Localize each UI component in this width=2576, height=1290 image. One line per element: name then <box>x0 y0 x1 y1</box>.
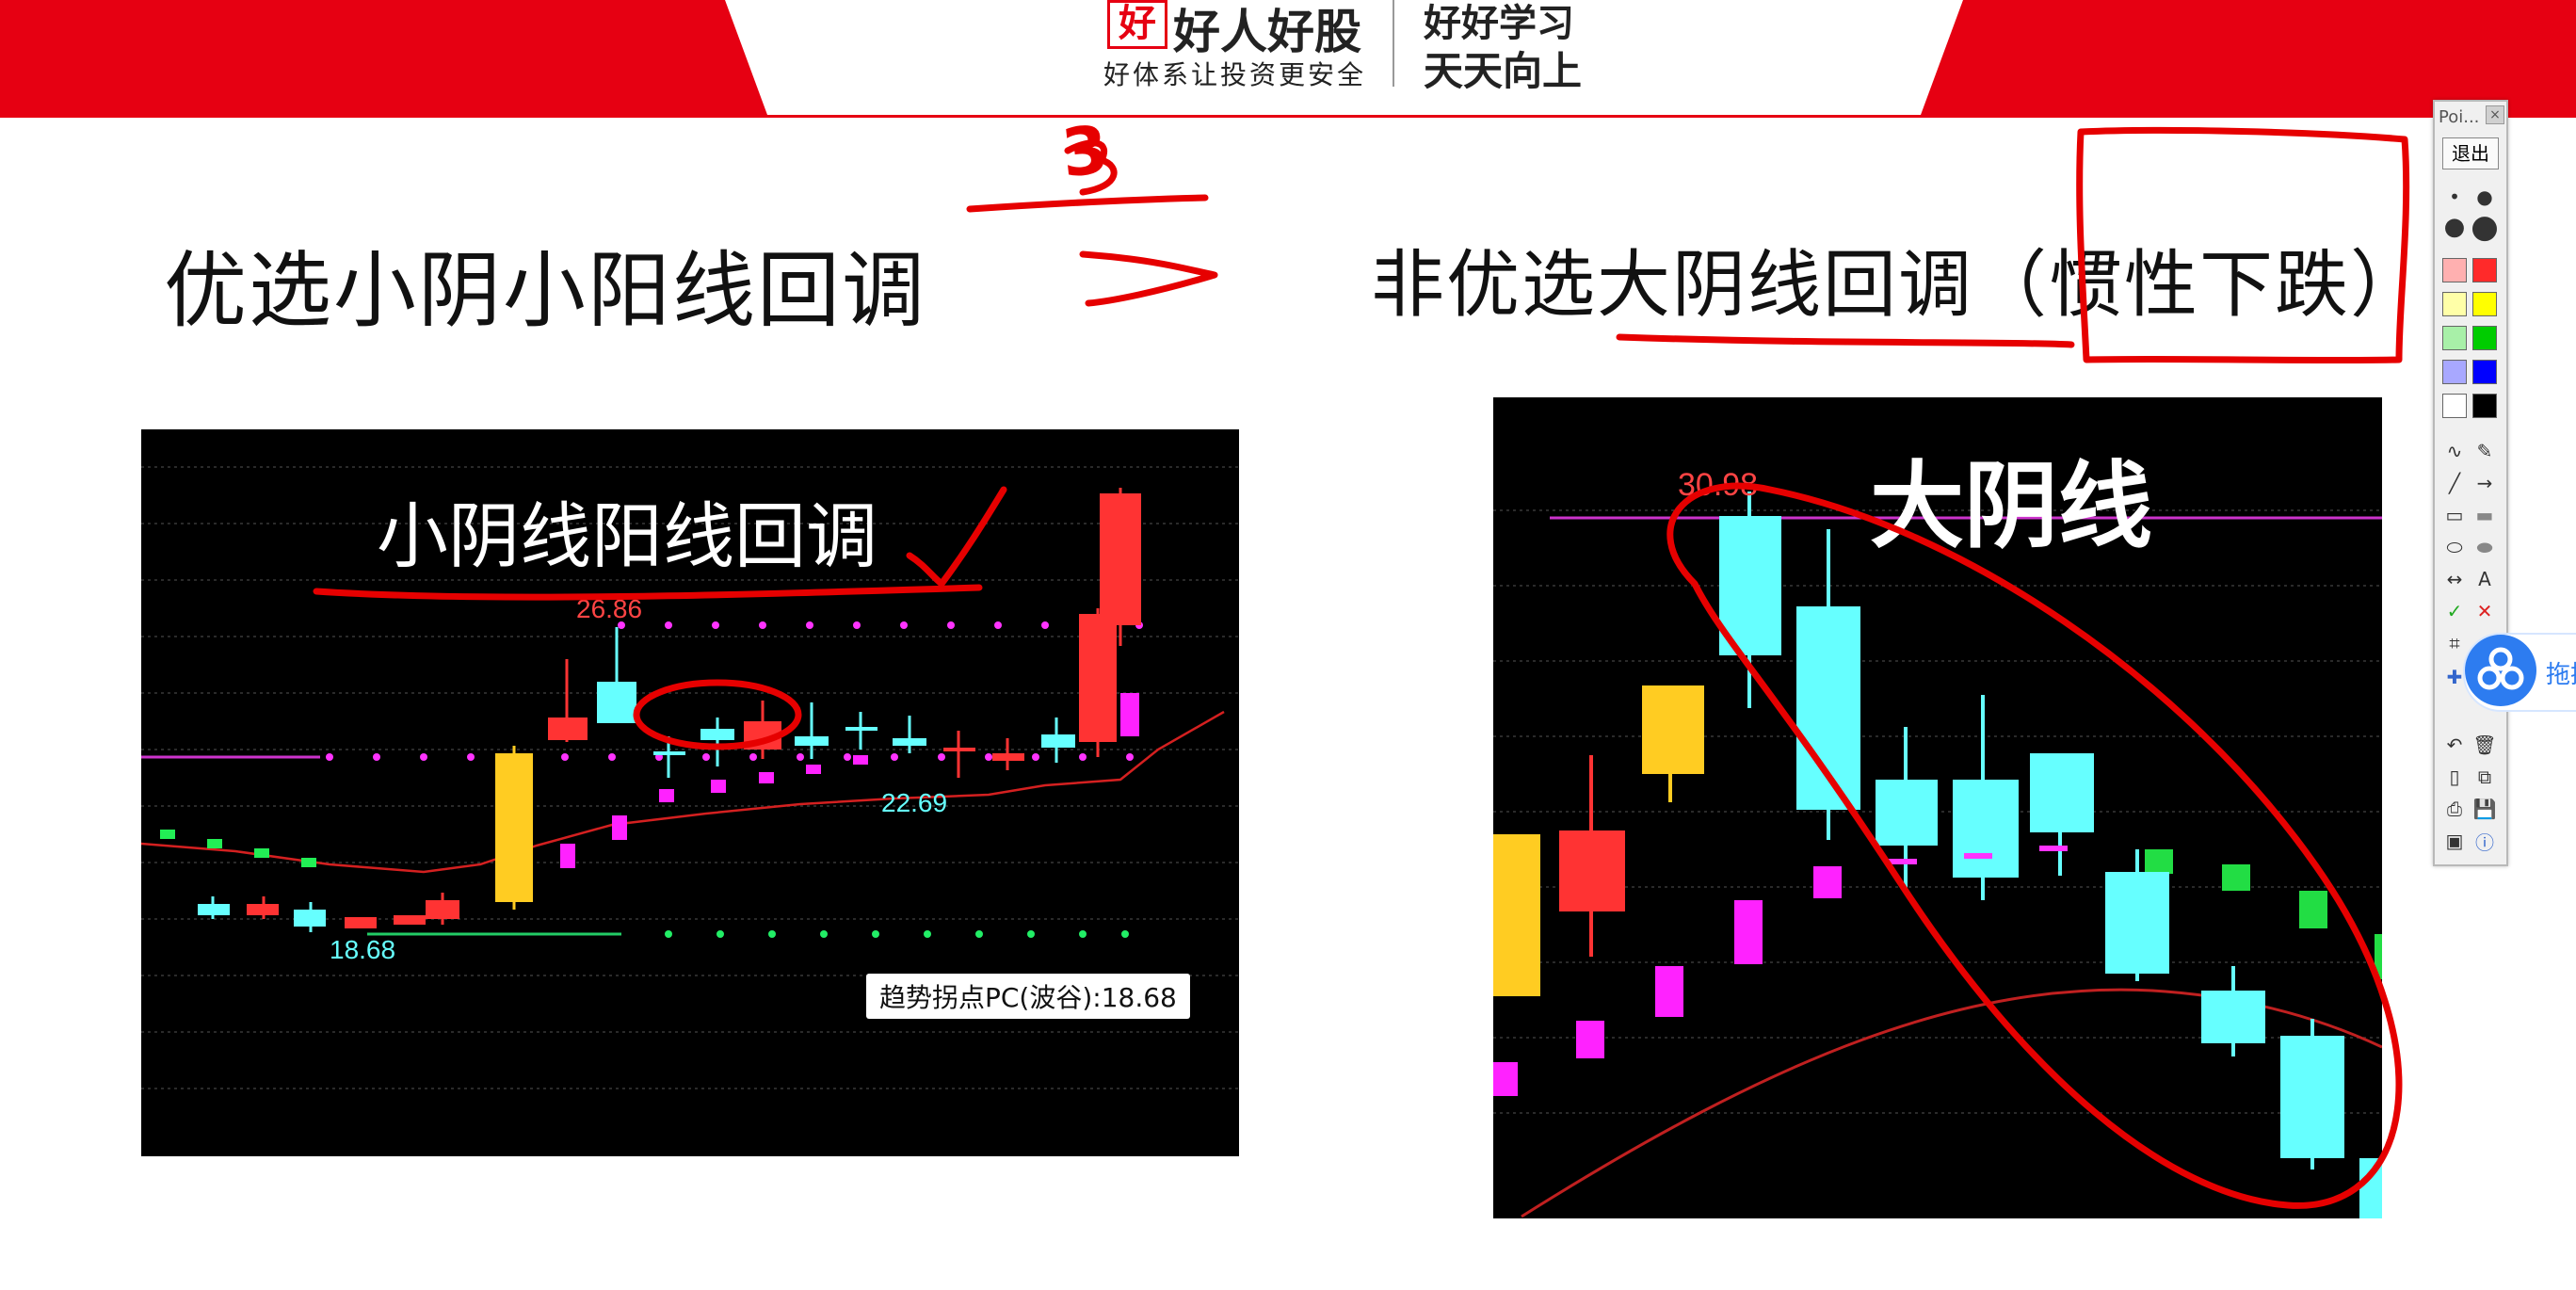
eraser-icon[interactable]: ✎ <box>2471 437 2499 465</box>
dot-large-icon[interactable]: ● <box>2471 183 2499 211</box>
left-candlestick-chart: 26.86 22.69 18.68 小阴线阳线回调 趋势拐点PC(波谷):18.… <box>141 429 1239 1156</box>
save-icon[interactable]: 💾 <box>2471 795 2499 823</box>
filled-rectangle-icon[interactable]: ▬ <box>2471 501 2499 529</box>
left-chart-graphics: 26.86 22.69 18.68 小阴线阳线回调 <box>141 466 1239 1089</box>
swatch-yellow-icon[interactable] <box>2472 292 2497 316</box>
info-icon[interactable]: ⓘ <box>2471 827 2499 855</box>
freehand-icon[interactable]: ∿ <box>2440 437 2469 465</box>
drawing-toolbar: Poi... × 退出 • ● ● ● ∿ ✎ ╱ → ▭ ▬ ⬭ ⬬ ↔ A … <box>2433 100 2508 866</box>
right-chart-graphics: 30.98 大阴线 <box>1493 450 2382 1218</box>
swatch-red-icon[interactable] <box>2472 258 2497 282</box>
dot-small-icon[interactable]: • <box>2440 183 2469 211</box>
side-drag-widget[interactable]: 拖拽 <box>2463 633 2576 712</box>
swatch-light-blue-icon[interactable] <box>2442 360 2467 384</box>
right-heading: 非优选大阴线回调（惯性下跌） <box>1371 243 2426 328</box>
cross-icon[interactable]: ✕ <box>2471 597 2499 625</box>
swatch-light-yellow-icon[interactable] <box>2442 292 2467 316</box>
line-icon[interactable]: ╱ <box>2440 469 2469 497</box>
undo-icon[interactable]: ↶ <box>2440 731 2469 759</box>
print-icon[interactable]: ⎙ <box>2440 795 2469 823</box>
double-arrow-icon[interactable]: ↔ <box>2440 565 2469 593</box>
left-price-high: 26.86 <box>576 594 642 623</box>
toolbar-exit-button[interactable]: 退出 <box>2442 137 2499 169</box>
brand-logo-mark: 好 <box>1119 1 1156 45</box>
side-widget-label: 拖拽 <box>2546 661 2576 689</box>
left-price-mid: 22.69 <box>881 788 947 817</box>
trash-icon[interactable]: 🗑 <box>2471 731 2499 759</box>
pen-dot-xlarge-icon[interactable]: ● <box>2471 208 2499 246</box>
left-price-low: 18.68 <box>330 935 395 964</box>
right-chart-caption: 大阴线 <box>1870 450 2152 561</box>
swatch-light-red-icon[interactable] <box>2442 258 2467 282</box>
new-page-icon[interactable]: ▯ <box>2440 763 2469 791</box>
trend-pivot-tooltip: 趋势拐点PC(波谷):18.68 <box>866 974 1190 1019</box>
brand-slogan: 好体系让投资更安全 <box>1103 59 1367 90</box>
left-chart-caption: 小阴线阳线回调 <box>377 494 877 578</box>
brand-logo: 好 <box>1107 0 1167 49</box>
brand-name: 好人好股 <box>1173 4 1361 59</box>
right-candlestick-chart: 30.98 大阴线 <box>1493 397 2382 1218</box>
right-price-high: 30.98 <box>1678 467 1758 503</box>
left-heading: 优选小阴小阳线回调 <box>164 242 927 339</box>
check-icon[interactable]: ✓ <box>2440 597 2469 625</box>
copy-icon[interactable]: ⧉ <box>2471 763 2499 791</box>
filled-ellipse-icon[interactable]: ⬬ <box>2471 533 2499 561</box>
text-icon[interactable]: A <box>2471 565 2499 593</box>
rectangle-icon[interactable]: ▭ <box>2440 501 2469 529</box>
motto-line2: 天天向上 <box>1424 48 1583 94</box>
arrow-icon[interactable]: → <box>2471 469 2499 497</box>
swatch-white-icon[interactable] <box>2442 394 2467 418</box>
cloud-icon <box>2465 635 2536 706</box>
swatch-green-icon[interactable] <box>2472 326 2497 350</box>
toolbar-title: Poi... <box>2439 107 2480 127</box>
annotation-number-mark: 3 <box>1057 110 1112 193</box>
swatch-light-green-icon[interactable] <box>2442 326 2467 350</box>
toolbar-close-button[interactable]: × <box>2486 105 2504 124</box>
swatch-blue-icon[interactable] <box>2472 360 2497 384</box>
screenshot-icon[interactable]: ▣ <box>2440 827 2469 855</box>
swatch-black-icon[interactable] <box>2472 394 2497 418</box>
pen-dot-medium-icon[interactable]: ● <box>2440 213 2469 241</box>
ellipse-icon[interactable]: ⬭ <box>2440 533 2469 561</box>
